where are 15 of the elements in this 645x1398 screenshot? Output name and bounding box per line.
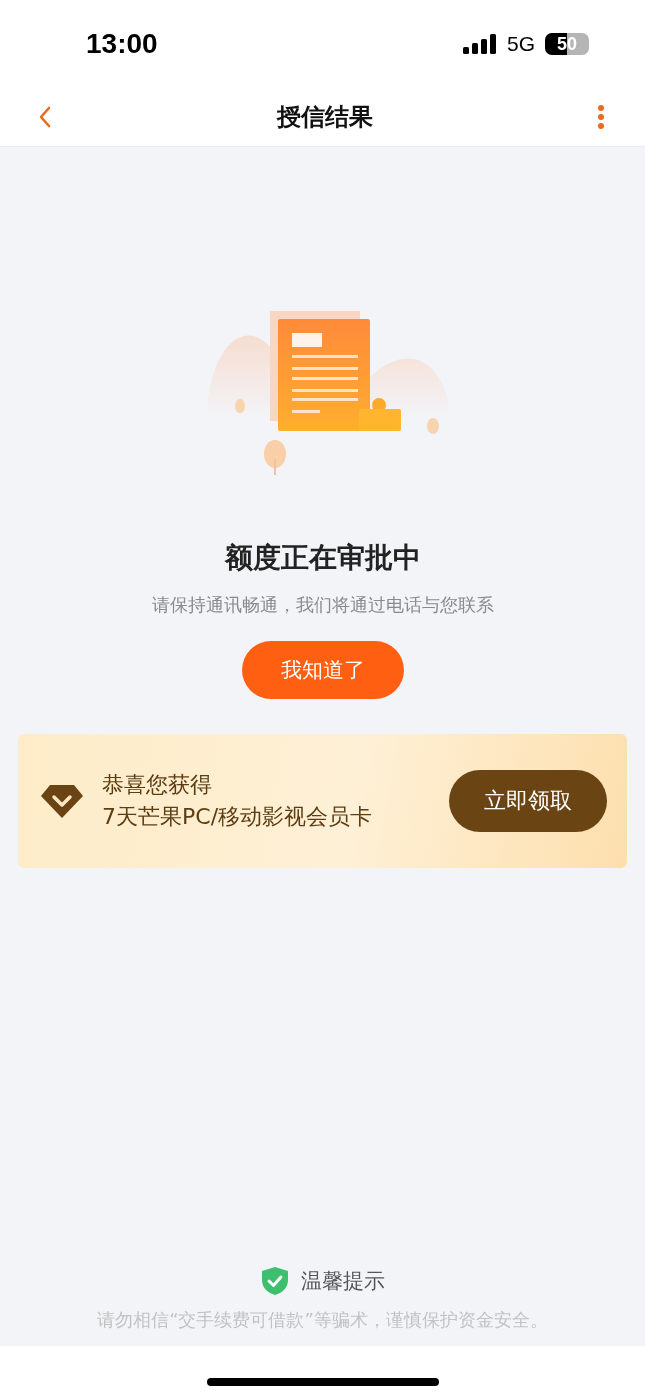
more-button[interactable]	[597, 105, 605, 129]
tip-title: 温馨提示	[300, 1268, 385, 1295]
claim-button[interactable]: 立即领取	[449, 770, 607, 832]
diamond-icon	[40, 783, 84, 819]
signal-icon	[463, 34, 497, 54]
status-time: 13:00	[86, 28, 158, 60]
network-label: 5G	[507, 32, 535, 56]
promo-description: 7天芒果PC/移动影视会员卡	[102, 803, 374, 831]
back-button[interactable]	[38, 105, 52, 129]
status-heading: 额度正在审批中	[224, 540, 421, 576]
page-title: 授信结果	[276, 102, 373, 133]
status-message: 请保持通讯畅通，我们将通过电话与您联系	[151, 593, 494, 617]
promo-title: 恭喜您获得	[102, 771, 213, 799]
battery-icon: 50	[545, 33, 589, 55]
shield-check-icon	[260, 1266, 289, 1296]
